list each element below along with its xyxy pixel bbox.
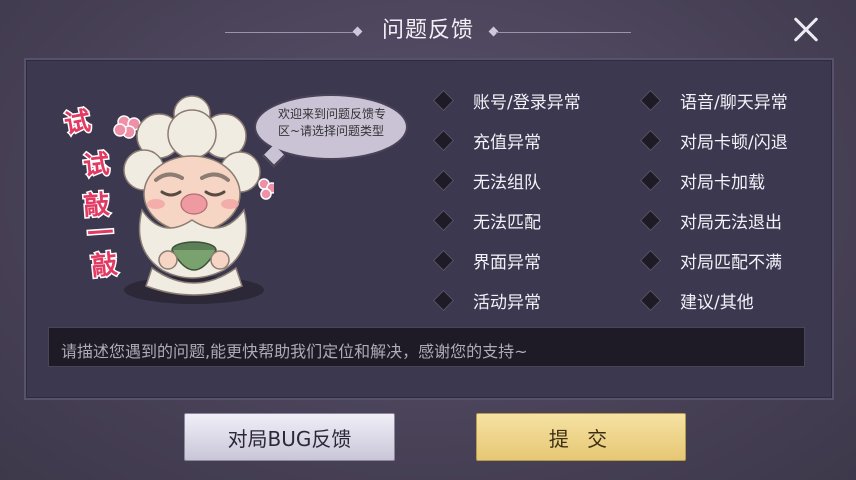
checkbox-diamond[interactable] [432,89,455,111]
svg-text:敲: 敲 [82,189,110,222]
option-label: 账号/登录异常 [473,92,581,113]
checkbox-diamond[interactable] [639,209,662,231]
checkbox-diamond[interactable] [432,249,455,271]
option-loading-stuck[interactable]: 对局卡加载 [639,166,765,194]
option-label: 建议/其他 [680,292,754,313]
svg-text:试: 试 [62,106,93,140]
option-account-login[interactable]: 账号/登录异常 [432,86,581,114]
checkbox-diamond[interactable] [639,169,662,191]
mascot-illustration: 试 试 敲 一 敲 [61,95,274,304]
option-label: 对局匹配不满 [680,252,782,273]
option-lag-crash[interactable]: 对局卡顿/闪退 [639,126,788,154]
mascot-side-text: 试 试 敲 一 敲 [61,105,121,284]
option-interface[interactable]: 界面异常 [432,246,541,274]
dialog-title: 问题反馈 [381,18,474,43]
checkbox-diamond[interactable] [432,289,455,311]
bug-feedback-button[interactable]: 对局BUG反馈 [184,413,395,461]
dialog-header: 问题反馈 [0,8,856,48]
close-icon[interactable] [788,12,824,48]
checkbox-diamond[interactable] [432,129,455,151]
option-recharge[interactable]: 充值异常 [432,126,541,154]
option-label: 对局卡顿/闪退 [680,132,788,153]
svg-text:敲: 敲 [90,249,119,283]
option-label: 活动异常 [473,292,541,313]
title-divider-right [496,32,631,33]
submit-button[interactable]: 提 交 [476,413,686,461]
option-label: 无法组队 [473,172,541,193]
option-label: 无法匹配 [473,212,541,233]
option-label: 充值异常 [473,132,541,153]
checkbox-diamond[interactable] [639,89,662,111]
checkbox-diamond[interactable] [432,169,455,191]
option-matchmaking[interactable]: 无法匹配 [432,206,541,234]
svg-text:一: 一 [87,218,115,250]
option-label: 对局无法退出 [680,212,782,233]
option-label: 界面异常 [473,252,541,273]
option-cannot-exit[interactable]: 对局无法退出 [639,206,782,234]
option-activity[interactable]: 活动异常 [432,286,541,314]
option-team-up[interactable]: 无法组队 [432,166,541,194]
svg-text:试: 试 [82,149,111,182]
option-label: 对局卡加载 [680,172,765,193]
option-match-not-full[interactable]: 对局匹配不满 [639,246,782,274]
option-suggestion-other[interactable]: 建议/其他 [639,286,754,314]
checkbox-diamond[interactable] [639,129,662,151]
option-label: 语音/聊天异常 [680,92,788,113]
checkbox-diamond[interactable] [639,249,662,271]
option-voice-chat[interactable]: 语音/聊天异常 [639,86,788,114]
checkbox-diamond[interactable] [432,209,455,231]
checkbox-diamond[interactable] [639,289,662,311]
description-input[interactable]: 请描述您遇到的问题,能更快帮助我们定位和解决，感谢您的支持~ [48,327,805,367]
